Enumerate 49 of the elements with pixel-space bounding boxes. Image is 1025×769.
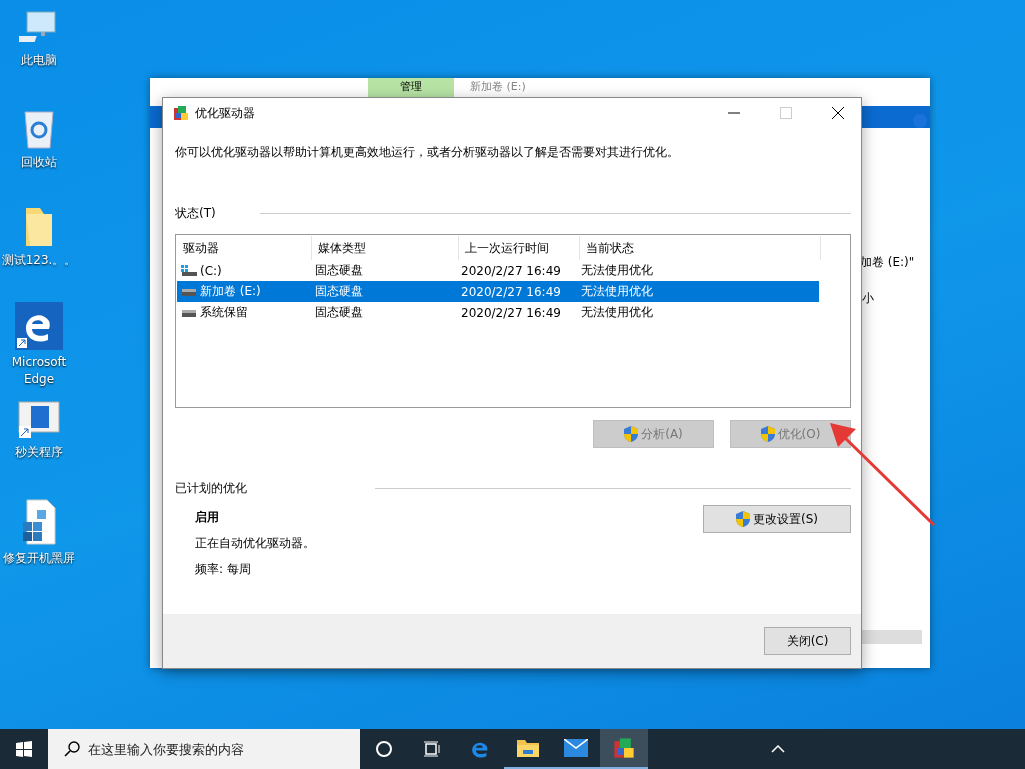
schedule-state: 启用 xyxy=(195,509,220,526)
column-header[interactable]: 上一次运行时间 xyxy=(459,236,580,260)
app-window-icon[interactable] xyxy=(17,400,61,440)
defrag-icon xyxy=(173,105,189,121)
close-button[interactable]: 关闭(C) xyxy=(764,627,851,655)
search-field[interactable]: 在这里输入你要搜索的内容 xyxy=(48,729,360,769)
drive-status: 无法使用优化 xyxy=(580,262,654,279)
change-settings-button[interactable]: 更改设置(S) xyxy=(703,505,851,533)
drive-name: 新加卷 (E:) xyxy=(200,283,261,300)
schedule-frequency: 频率: 每周 xyxy=(195,561,252,578)
column-header[interactable]: 当前状态 xyxy=(580,236,821,260)
edge-icon[interactable] xyxy=(15,302,63,350)
mail-icon xyxy=(564,739,588,757)
folder-icon xyxy=(516,738,540,758)
section-label: 已计划的优化 xyxy=(175,480,247,497)
drive-name: (C:) xyxy=(200,263,222,278)
drive-icon xyxy=(181,286,197,297)
drive-status: 无法使用优化 xyxy=(580,304,654,321)
drive-row[interactable]: (C:) 固态硬盘 2020/2/27 16:49 无法使用优化 xyxy=(177,260,849,281)
drive-name: 系统保留 xyxy=(200,304,248,321)
maximize-icon xyxy=(780,107,792,119)
media-type: 固态硬盘 xyxy=(314,283,364,300)
window-title: 新加卷 (E:) xyxy=(470,79,526,95)
schedule-description: 正在自动优化驱动器。 xyxy=(195,535,315,552)
last-run-time: 2020/2/27 16:49 xyxy=(460,283,562,301)
section-label: 状态(T) xyxy=(175,205,216,222)
system-drive-icon xyxy=(181,264,197,277)
defrag-icon xyxy=(613,737,635,759)
description-text: 你可以优化驱动器以帮助计算机更高效地运行，或者分析驱动器以了解是否需要对其进行优化。 xyxy=(175,144,680,161)
dialog-title: 优化驱动器 xyxy=(195,104,255,122)
shield-icon xyxy=(736,511,750,527)
drive-status: 无法使用优化 xyxy=(580,283,654,300)
column-header[interactable]: 驱动器 xyxy=(177,236,312,260)
drive-icon xyxy=(181,307,197,318)
column-header: 小 xyxy=(862,290,874,307)
task-view-icon xyxy=(423,741,441,757)
shield-icon xyxy=(624,426,639,442)
shield-icon xyxy=(760,426,775,442)
media-type: 固态硬盘 xyxy=(314,262,364,279)
drive-row[interactable]: 系统保留 固态硬盘 2020/2/27 16:49 无法使用优化 xyxy=(177,302,849,323)
close-icon[interactable] xyxy=(832,107,844,119)
circle-icon xyxy=(375,740,393,758)
last-run-time: 2020/2/27 16:49 xyxy=(460,262,562,280)
media-type: 固态硬盘 xyxy=(314,304,364,321)
caret-icon[interactable] xyxy=(771,745,785,753)
windows-logo-icon[interactable] xyxy=(16,741,32,757)
column-header[interactable]: 媒体类型 xyxy=(312,236,459,260)
drive-row[interactable]: 新加卷 (E:) 固态硬盘 2020/2/27 16:49 无法使用优化 xyxy=(177,281,819,302)
last-run-time: 2020/2/27 16:49 xyxy=(460,304,562,322)
